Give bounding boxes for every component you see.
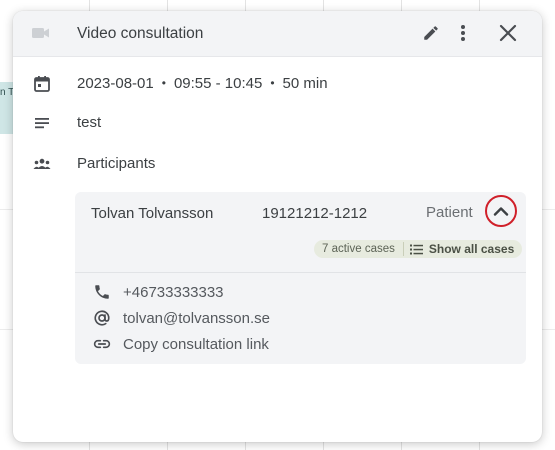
videocam-icon xyxy=(30,22,52,44)
participant-personal-id: 19121212-1212 xyxy=(262,205,368,222)
email-row[interactable]: tolvan@tolvansson.se xyxy=(75,308,526,330)
chevron-up-icon xyxy=(493,206,509,216)
notes-icon xyxy=(31,112,53,134)
show-all-cases-label: Show all cases xyxy=(428,242,515,256)
group-icon xyxy=(31,153,53,175)
participant-role: Patient xyxy=(426,204,473,221)
email-address: tolvan@tolvansson.se xyxy=(123,310,270,327)
separator-dot: • xyxy=(161,76,166,90)
close-icon[interactable] xyxy=(497,22,519,44)
popover-header: Video consultation xyxy=(13,11,542,57)
calendar-icon xyxy=(31,73,53,95)
phone-number: +46733333333 xyxy=(123,284,224,301)
participant-card: Tolvan Tolvansson 19121212-1212 Patient … xyxy=(75,192,526,364)
more-vertical-icon[interactable] xyxy=(452,22,474,44)
participants-label: Participants xyxy=(77,155,156,172)
link-icon xyxy=(92,334,112,354)
appointment-date: 2023-08-01 xyxy=(77,75,154,92)
collapse-participant-button[interactable] xyxy=(485,195,517,227)
datetime-row: 2023-08-01 • 09:55 - 10:45 • 50 min xyxy=(13,73,542,95)
active-cases-count: 7 active cases xyxy=(322,243,395,255)
at-sign-icon xyxy=(92,308,112,328)
participants-row: Participants xyxy=(13,153,542,175)
appointment-duration: 50 min xyxy=(282,75,328,92)
divider xyxy=(75,272,526,273)
copy-consultation-link[interactable]: Copy consultation link xyxy=(123,336,269,353)
copy-link-row[interactable]: Copy consultation link xyxy=(75,334,526,356)
cases-badge: 7 active cases Show all cases xyxy=(314,240,523,258)
popover-title: Video consultation xyxy=(77,25,204,42)
pencil-icon[interactable] xyxy=(420,22,442,44)
separator-dot: • xyxy=(270,76,275,90)
notes-row: test xyxy=(13,112,542,134)
consultation-popover: Video consultation 2023-08-01 • 09:55 - … xyxy=(13,11,542,442)
list-icon xyxy=(409,244,423,255)
phone-row[interactable]: +46733333333 xyxy=(75,282,526,304)
appointment-notes: test xyxy=(77,114,102,131)
appointment-time: 09:55 - 10:45 xyxy=(173,75,263,92)
show-all-cases-button[interactable]: Show all cases xyxy=(404,242,522,256)
phone-icon xyxy=(92,282,112,302)
participant-name: Tolvan Tolvansson xyxy=(91,205,214,222)
